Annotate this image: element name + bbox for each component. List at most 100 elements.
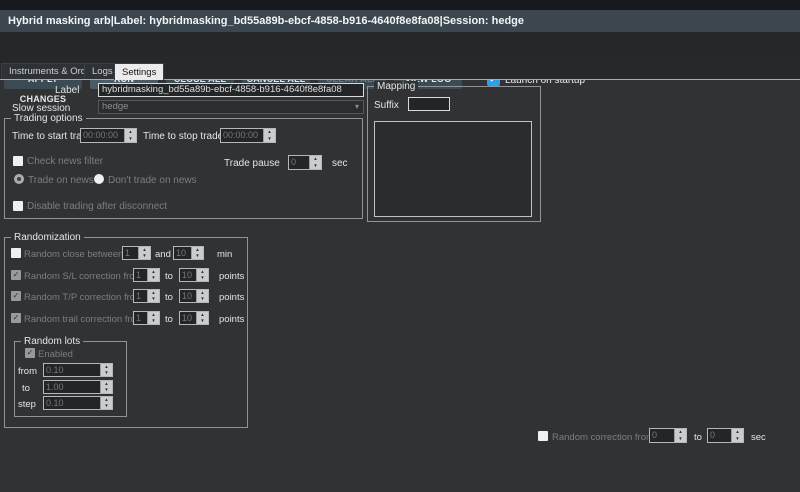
random-sl-unit: points [219, 271, 244, 282]
time-to-stop-spinner[interactable]: 00:00:00 ▲▼ [220, 128, 276, 143]
dont-trade-on-news-radio[interactable] [94, 174, 104, 184]
random-correction-join: to [694, 432, 702, 443]
random-tp-to-spinner[interactable]: 10 ▲▼ [179, 289, 209, 303]
random-close-from-spinner[interactable]: 1 ▲▼ [122, 246, 151, 260]
spinner-down-icon: ▼ [148, 275, 159, 281]
time-to-start-spinner[interactable]: 00:00:00 ▲▼ [80, 128, 137, 143]
spinner-down-icon: ▼ [310, 163, 321, 170]
time-to-stop-label: Time to stop trade [143, 131, 223, 142]
top-strip [0, 0, 800, 10]
spinner-buttons[interactable]: ▲▼ [138, 247, 150, 259]
random-close-checkbox[interactable] [11, 248, 21, 258]
slow-session-value: hedge [102, 101, 128, 112]
spinner-buttons[interactable]: ▲▼ [147, 290, 159, 302]
random-trail-to-spinner[interactable]: 10 ▲▼ [179, 311, 209, 325]
spinner-buttons[interactable]: ▲▼ [147, 312, 159, 324]
dont-trade-on-news-label: Don't trade on news [108, 175, 197, 186]
spinner-down-icon: ▼ [197, 275, 208, 281]
spinner-buttons[interactable]: ▲▼ [100, 381, 112, 393]
random-trail-unit: points [219, 314, 244, 325]
checkmark-icon: ✓ [25, 348, 35, 358]
spinner-buttons[interactable]: ▲▼ [100, 397, 112, 409]
random-correction-unit: sec [751, 432, 766, 443]
window-title: Hybrid masking arb|Label: hybridmasking_… [0, 10, 800, 32]
spinner-buttons[interactable]: ▲▼ [124, 129, 136, 142]
spinner-buttons[interactable]: ▲▼ [674, 429, 686, 442]
lots-to-label: to [22, 383, 30, 394]
random-tp-unit: points [219, 292, 244, 303]
random-sl-label: Random S/L correction from [24, 271, 142, 282]
spinner-buttons[interactable]: ▲▼ [147, 269, 159, 281]
spinner-down-icon: ▼ [197, 318, 208, 324]
random-trail-checkbox[interactable]: ✓ [11, 313, 21, 323]
random-correction-checkbox[interactable] [538, 431, 548, 441]
disable-trading-checkbox[interactable] [13, 201, 23, 211]
random-close-label: Random close between [24, 249, 123, 260]
spinner-buttons[interactable]: ▲▼ [191, 247, 203, 259]
suffix-input[interactable] [408, 97, 450, 111]
check-news-filter-checkbox[interactable] [13, 156, 23, 166]
random-tp-from-spinner[interactable]: 1 ▲▼ [133, 289, 160, 303]
app-window: Hybrid masking arb|Label: hybridmasking_… [0, 0, 800, 492]
spinner-buttons[interactable]: ▲▼ [731, 429, 743, 442]
disable-trading-label: Disable trading after disconnect [27, 201, 167, 212]
random-correction-to-spinner[interactable]: 0 ▲▼ [707, 428, 744, 443]
random-close-join: and [155, 249, 171, 260]
label-field-caption: Label [55, 85, 79, 96]
spinner-down-icon: ▼ [148, 296, 159, 302]
spinner-down-icon: ▼ [197, 296, 208, 302]
random-correction-label: Random correction from [552, 432, 654, 443]
spinner-buttons[interactable]: ▲▼ [100, 364, 112, 376]
trade-on-news-label: Trade on news [28, 175, 94, 186]
spinner-down-icon: ▼ [192, 253, 203, 259]
mapping-list[interactable] [374, 121, 532, 217]
spinner-down-icon: ▼ [732, 436, 743, 443]
spinner-buttons[interactable]: ▲▼ [196, 290, 208, 302]
label-field[interactable]: hybridmasking_bd55a89b-ebcf-4858-b916-46… [98, 83, 364, 97]
trade-pause-label: Trade pause [224, 158, 280, 169]
mapping-title: Mapping [374, 81, 418, 92]
random-tp-join: to [165, 292, 173, 303]
tab-settings[interactable]: Settings [114, 63, 164, 80]
spinner-buttons[interactable]: ▲▼ [196, 312, 208, 324]
random-trail-from-spinner[interactable]: 1 ▲▼ [133, 311, 160, 325]
random-correction-from-spinner[interactable]: 0 ▲▼ [649, 428, 687, 443]
spinner-buttons[interactable]: ▲▼ [196, 269, 208, 281]
checkmark-icon: ✓ [11, 291, 21, 301]
random-trail-join: to [165, 314, 173, 325]
spinner-buttons[interactable]: ▲▼ [263, 129, 275, 142]
random-tp-checkbox[interactable]: ✓ [11, 291, 21, 301]
chevron-down-icon: ▾ [355, 101, 359, 113]
lots-from-label: from [18, 366, 37, 377]
random-sl-from-spinner[interactable]: 1 ▲▼ [133, 268, 160, 282]
checkmark-icon: ✓ [11, 270, 21, 280]
random-sl-to-spinner[interactable]: 10 ▲▼ [179, 268, 209, 282]
suffix-label: Suffix [374, 100, 399, 111]
random-sl-checkbox[interactable]: ✓ [11, 270, 21, 280]
random-close-to-spinner[interactable]: 10 ▲▼ [173, 246, 204, 260]
spinner-down-icon: ▼ [139, 253, 150, 259]
trade-on-news-radio[interactable] [14, 174, 24, 184]
spinner-down-icon: ▼ [125, 136, 136, 143]
lots-step-spinner[interactable]: 0.10 ▲▼ [43, 396, 113, 410]
lots-step-label: step [18, 399, 36, 410]
random-close-unit: min [217, 249, 232, 260]
spinner-down-icon: ▼ [101, 387, 112, 393]
spinner-down-icon: ▼ [148, 318, 159, 324]
random-lots-enabled-checkbox[interactable]: ✓ [25, 348, 35, 358]
random-sl-join: to [165, 271, 173, 282]
random-lots-enabled-label: Enabled [38, 349, 73, 360]
random-tp-label: Random T/P correction from [24, 292, 143, 303]
spinner-down-icon: ▼ [675, 436, 686, 443]
spinner-buttons[interactable]: ▲▼ [309, 156, 321, 169]
toolbar: APPLY CHANGES RUN CLOSE ALL CANCEL ALL C… [0, 32, 800, 62]
spinner-down-icon: ▼ [101, 403, 112, 409]
checkmark-icon: ✓ [11, 313, 21, 323]
lots-from-spinner[interactable]: 0.10 ▲▼ [43, 363, 113, 377]
slow-session-select[interactable]: hedge ▾ [98, 100, 364, 114]
spinner-down-icon: ▼ [101, 370, 112, 376]
random-trail-label: Random trail correction from [24, 314, 144, 325]
trading-options-title: Trading options [11, 113, 86, 124]
lots-to-spinner[interactable]: 1.00 ▲▼ [43, 380, 113, 394]
trade-pause-spinner[interactable]: 0 ▲▼ [288, 155, 322, 170]
